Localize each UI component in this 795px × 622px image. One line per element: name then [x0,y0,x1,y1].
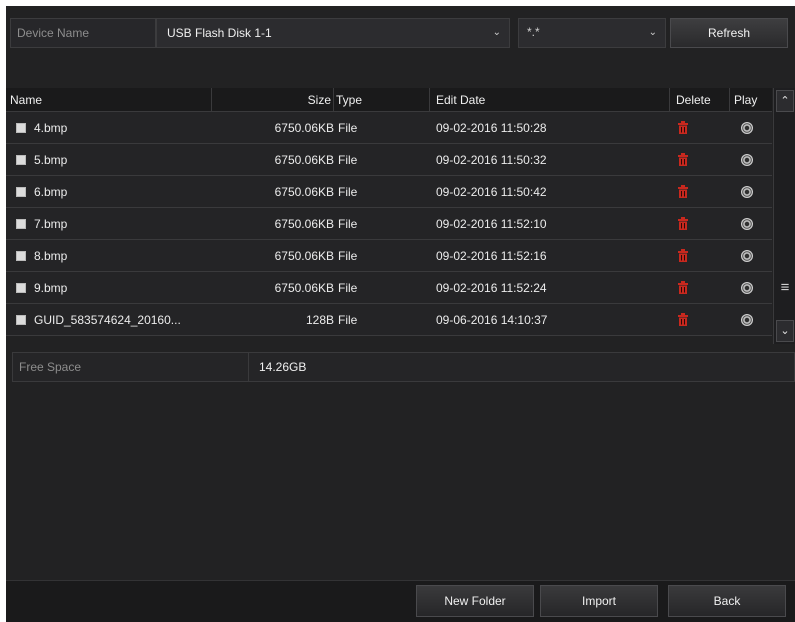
device-select-value: USB Flash Disk 1-1 [167,26,272,40]
column-header-size[interactable]: Size [212,88,334,112]
file-name: 9.bmp [34,281,68,295]
file-type: File [338,313,358,327]
play-icon[interactable] [741,154,753,166]
menu-icon[interactable]: ≡ [778,278,792,298]
trash-icon[interactable] [678,217,688,230]
table-row[interactable]: 4.bmp 6750.06KB File 09-02-2016 11:50:28 [6,112,772,144]
file-size: 6750.06KB [274,249,334,263]
free-space-row: Free Space 14.26GB [12,352,795,382]
play-icon[interactable] [741,250,753,262]
file-edit-date: 09-02-2016 11:52:10 [436,217,547,231]
file-type: File [338,121,358,135]
trash-icon[interactable] [678,121,688,134]
trash-icon[interactable] [678,281,688,294]
chevron-down-icon[interactable]: ⌄ [776,320,794,342]
chevron-down-icon: ⌄ [492,27,501,38]
column-header-delete: Delete [670,88,730,112]
checkbox-icon[interactable] [16,315,26,325]
table-header: Name Size Type Edit Date Delete Play [6,88,772,112]
file-edit-date: 09-02-2016 11:50:42 [436,185,547,199]
table-row[interactable]: GUID_583574624_20160... 128B File 09-06-201… [6,304,772,336]
checkbox-icon[interactable] [16,283,26,293]
scrollbar[interactable]: ⌃ ≡ ⌄ [773,88,795,344]
play-icon[interactable] [741,282,753,294]
file-name: 6.bmp [34,185,68,199]
checkbox-icon[interactable] [16,219,26,229]
file-table: Name Size Type Edit Date Delete Play 4.b… [6,88,795,344]
file-size: 6750.06KB [274,185,334,199]
free-space-label: Free Space [13,353,249,381]
trash-icon[interactable] [678,249,688,262]
column-header-name[interactable]: Name [6,88,212,112]
file-name: 7.bmp [34,217,68,231]
table-row[interactable]: 7.bmp 6750.06KB File 09-02-2016 11:52:10 [6,208,772,240]
chevron-down-icon: ⌄ [648,27,657,38]
file-name: 5.bmp [34,153,68,167]
file-type-value: *.* [527,25,540,39]
free-space-value: 14.26GB [259,360,307,374]
play-icon[interactable] [741,122,753,134]
file-type: File [338,281,358,295]
play-icon[interactable] [741,218,753,230]
file-type: File [338,185,358,199]
footer-toolbar: New Folder Import Back [6,580,795,622]
file-type: File [338,217,358,231]
table-row[interactable]: 6.bmp 6750.06KB File 09-02-2016 11:50:42 [6,176,772,208]
file-edit-date: 09-02-2016 11:50:28 [436,121,547,135]
file-name: 4.bmp [34,121,68,135]
file-edit-date: 09-02-2016 11:52:24 [436,281,547,295]
back-button[interactable]: Back [668,585,786,617]
trash-icon[interactable] [678,313,688,326]
device-row: Device Name USB Flash Disk 1-1 ⌄ *.* ⌄ R… [10,18,788,48]
file-type-select[interactable]: *.* ⌄ [518,18,666,48]
file-manager-panel: Device Name USB Flash Disk 1-1 ⌄ *.* ⌄ R… [6,6,795,622]
file-size: 6750.06KB [274,121,334,135]
import-button[interactable]: Import [540,585,658,617]
file-size: 6750.06KB [274,153,334,167]
file-name: 8.bmp [34,249,68,263]
column-header-edit-date[interactable]: Edit Date [430,88,670,112]
checkbox-icon[interactable] [16,187,26,197]
refresh-button[interactable]: Refresh [670,18,788,48]
file-edit-date: 09-02-2016 11:52:16 [436,249,547,263]
checkbox-icon[interactable] [16,251,26,261]
trash-icon[interactable] [678,153,688,166]
file-name: GUID_583574624_20160... [34,313,181,327]
file-type: File [338,153,358,167]
trash-icon[interactable] [678,185,688,198]
file-size: 128B [305,313,334,327]
file-edit-date: 09-06-2016 14:10:37 [436,313,548,327]
file-size: 6750.06KB [274,281,334,295]
checkbox-icon[interactable] [16,155,26,165]
file-size: 6750.06KB [274,217,334,231]
table-row[interactable]: 8.bmp 6750.06KB File 09-02-2016 11:52:16 [6,240,772,272]
play-icon[interactable] [741,186,753,198]
file-type: File [338,249,358,263]
device-select[interactable]: USB Flash Disk 1-1 ⌄ [156,18,510,48]
play-icon[interactable] [741,314,753,326]
table-row[interactable]: 5.bmp 6750.06KB File 09-02-2016 11:50:32 [6,144,772,176]
new-folder-button[interactable]: New Folder [416,585,534,617]
chevron-up-icon[interactable]: ⌃ [776,90,794,112]
device-name-label: Device Name [10,18,156,48]
checkbox-icon[interactable] [16,123,26,133]
column-header-play: Play [734,93,758,107]
column-header-type[interactable]: Type [334,88,430,112]
file-edit-date: 09-02-2016 11:50:32 [436,153,547,167]
table-row[interactable]: 9.bmp 6750.06KB File 09-02-2016 11:52:24 [6,272,772,304]
